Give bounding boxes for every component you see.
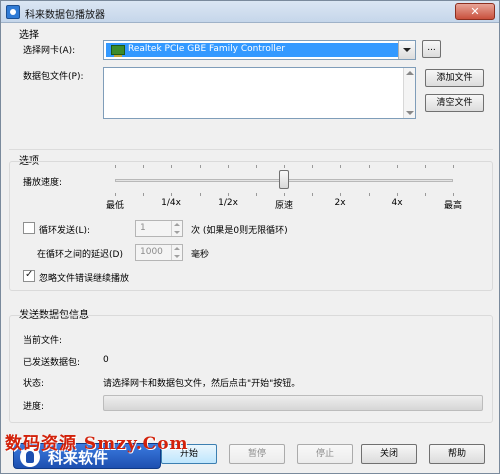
watermark-text: 数码资源 Smzy.Com [5, 434, 189, 454]
speed-tick-label: 1/2x [218, 198, 238, 208]
slider-tick [312, 193, 313, 196]
add-file-button[interactable]: 添加文件 [425, 69, 484, 87]
stop-button[interactable]: 停止 [297, 444, 353, 464]
app-icon [6, 5, 20, 19]
loop-count-arrows[interactable] [171, 221, 182, 236]
spin-down-icon[interactable] [174, 255, 180, 258]
status-label: 状态: [23, 379, 45, 389]
status-value: 请选择网卡和数据包文件，然后点击"开始"按钮。 [103, 379, 301, 389]
speed-slider-thumb[interactable] [279, 170, 289, 189]
adapter-selection: Realtek PCIe GBE Family Controller [106, 43, 398, 57]
speed-tick-label: 原速 [274, 201, 293, 211]
loop-count-value: 1 [140, 223, 146, 233]
speed-tick-label: 最高 [443, 201, 462, 211]
window-close-button[interactable]: ✕ [455, 3, 495, 20]
speed-tick-label: 最低 [105, 201, 124, 211]
slider-tick [228, 165, 229, 168]
delay-label: 在循环之间的延迟(D) [37, 250, 123, 260]
slider-tick [143, 193, 144, 196]
network-card-icon [111, 45, 125, 57]
spin-up-icon[interactable] [174, 247, 180, 250]
watermark: 科来软件 数码资源 Smzy.Com [5, 429, 265, 473]
slider-tick [284, 193, 285, 196]
packet-file-label: 数据包文件(P): [23, 72, 84, 82]
delay-value: 1000 [140, 247, 163, 257]
chevron-down-icon[interactable] [398, 41, 415, 59]
spin-down-icon[interactable] [174, 231, 180, 234]
packet-file-list[interactable] [103, 67, 416, 119]
slider-tick [340, 165, 341, 168]
sent-packets-value: 0 [103, 355, 109, 365]
slider-tick [115, 165, 116, 168]
loop-count-spinner[interactable]: 1 [135, 220, 183, 237]
progress-bar [103, 395, 483, 411]
slider-tick [228, 193, 229, 196]
slider-tick [397, 193, 398, 196]
slider-tick [200, 165, 201, 168]
scroll-up-icon[interactable] [406, 71, 414, 75]
slider-tick [369, 165, 370, 168]
loop-label: 循环发送(L): [39, 226, 91, 236]
speed-tick-label: 4x [391, 198, 403, 208]
browse-adapter-button[interactable]: ... [422, 40, 441, 58]
slider-tick [312, 165, 313, 168]
slider-tick [171, 193, 172, 196]
slider-tick [171, 165, 172, 168]
slider-tick [340, 193, 341, 196]
slider-tick [453, 193, 454, 196]
slider-tick [369, 193, 370, 196]
adapter-value: Realtek PCIe GBE Family Controller [128, 44, 286, 54]
sent-packets-label: 已发送数据包: [23, 358, 81, 368]
clear-file-button[interactable]: 清空文件 [425, 94, 484, 112]
current-file-label: 当前文件: [23, 336, 63, 346]
slider-tick [256, 165, 257, 168]
slider-tick [397, 165, 398, 168]
slider-tick [256, 193, 257, 196]
loop-hint: 次 (如果是0则无限循环) [191, 226, 288, 236]
loop-checkbox[interactable] [23, 222, 35, 234]
speed-tick-label: 1/4x [161, 198, 181, 208]
window-title: 科来数据包播放器 [25, 10, 105, 21]
help-button[interactable]: 帮助 [429, 444, 485, 464]
adapter-combobox[interactable]: Realtek PCIe GBE Family Controller [103, 40, 416, 60]
slider-tick [115, 193, 116, 196]
slider-tick [143, 165, 144, 168]
speed-tick-label: 2x [334, 198, 346, 208]
packet-file-scrollbar[interactable] [403, 68, 415, 118]
title-bar[interactable]: 科来数据包播放器 ✕ [1, 1, 499, 23]
scroll-down-icon[interactable] [406, 111, 414, 115]
delay-unit: 毫秒 [191, 250, 210, 260]
slider-tick [453, 165, 454, 168]
slider-tick [425, 165, 426, 168]
app-window: 科来数据包播放器 ✕ 选择 选择网卡(A): Realtek PCIe GBE … [0, 0, 500, 474]
separator [9, 149, 493, 150]
slider-tick [200, 193, 201, 196]
progress-label: 进度: [23, 402, 45, 412]
speed-label: 播放速度: [23, 178, 63, 188]
slider-tick [284, 165, 285, 168]
slider-tick [425, 193, 426, 196]
ignore-errors-checkbox[interactable] [23, 269, 35, 282]
close-button[interactable]: 关闭 [361, 444, 417, 464]
ignore-errors-label: 忽略文件错误继续播放 [39, 274, 130, 284]
spin-up-icon[interactable] [174, 223, 180, 226]
delay-arrows[interactable] [171, 245, 182, 260]
delay-spinner[interactable]: 1000 [135, 244, 183, 261]
adapter-label: 选择网卡(A): [23, 46, 76, 56]
